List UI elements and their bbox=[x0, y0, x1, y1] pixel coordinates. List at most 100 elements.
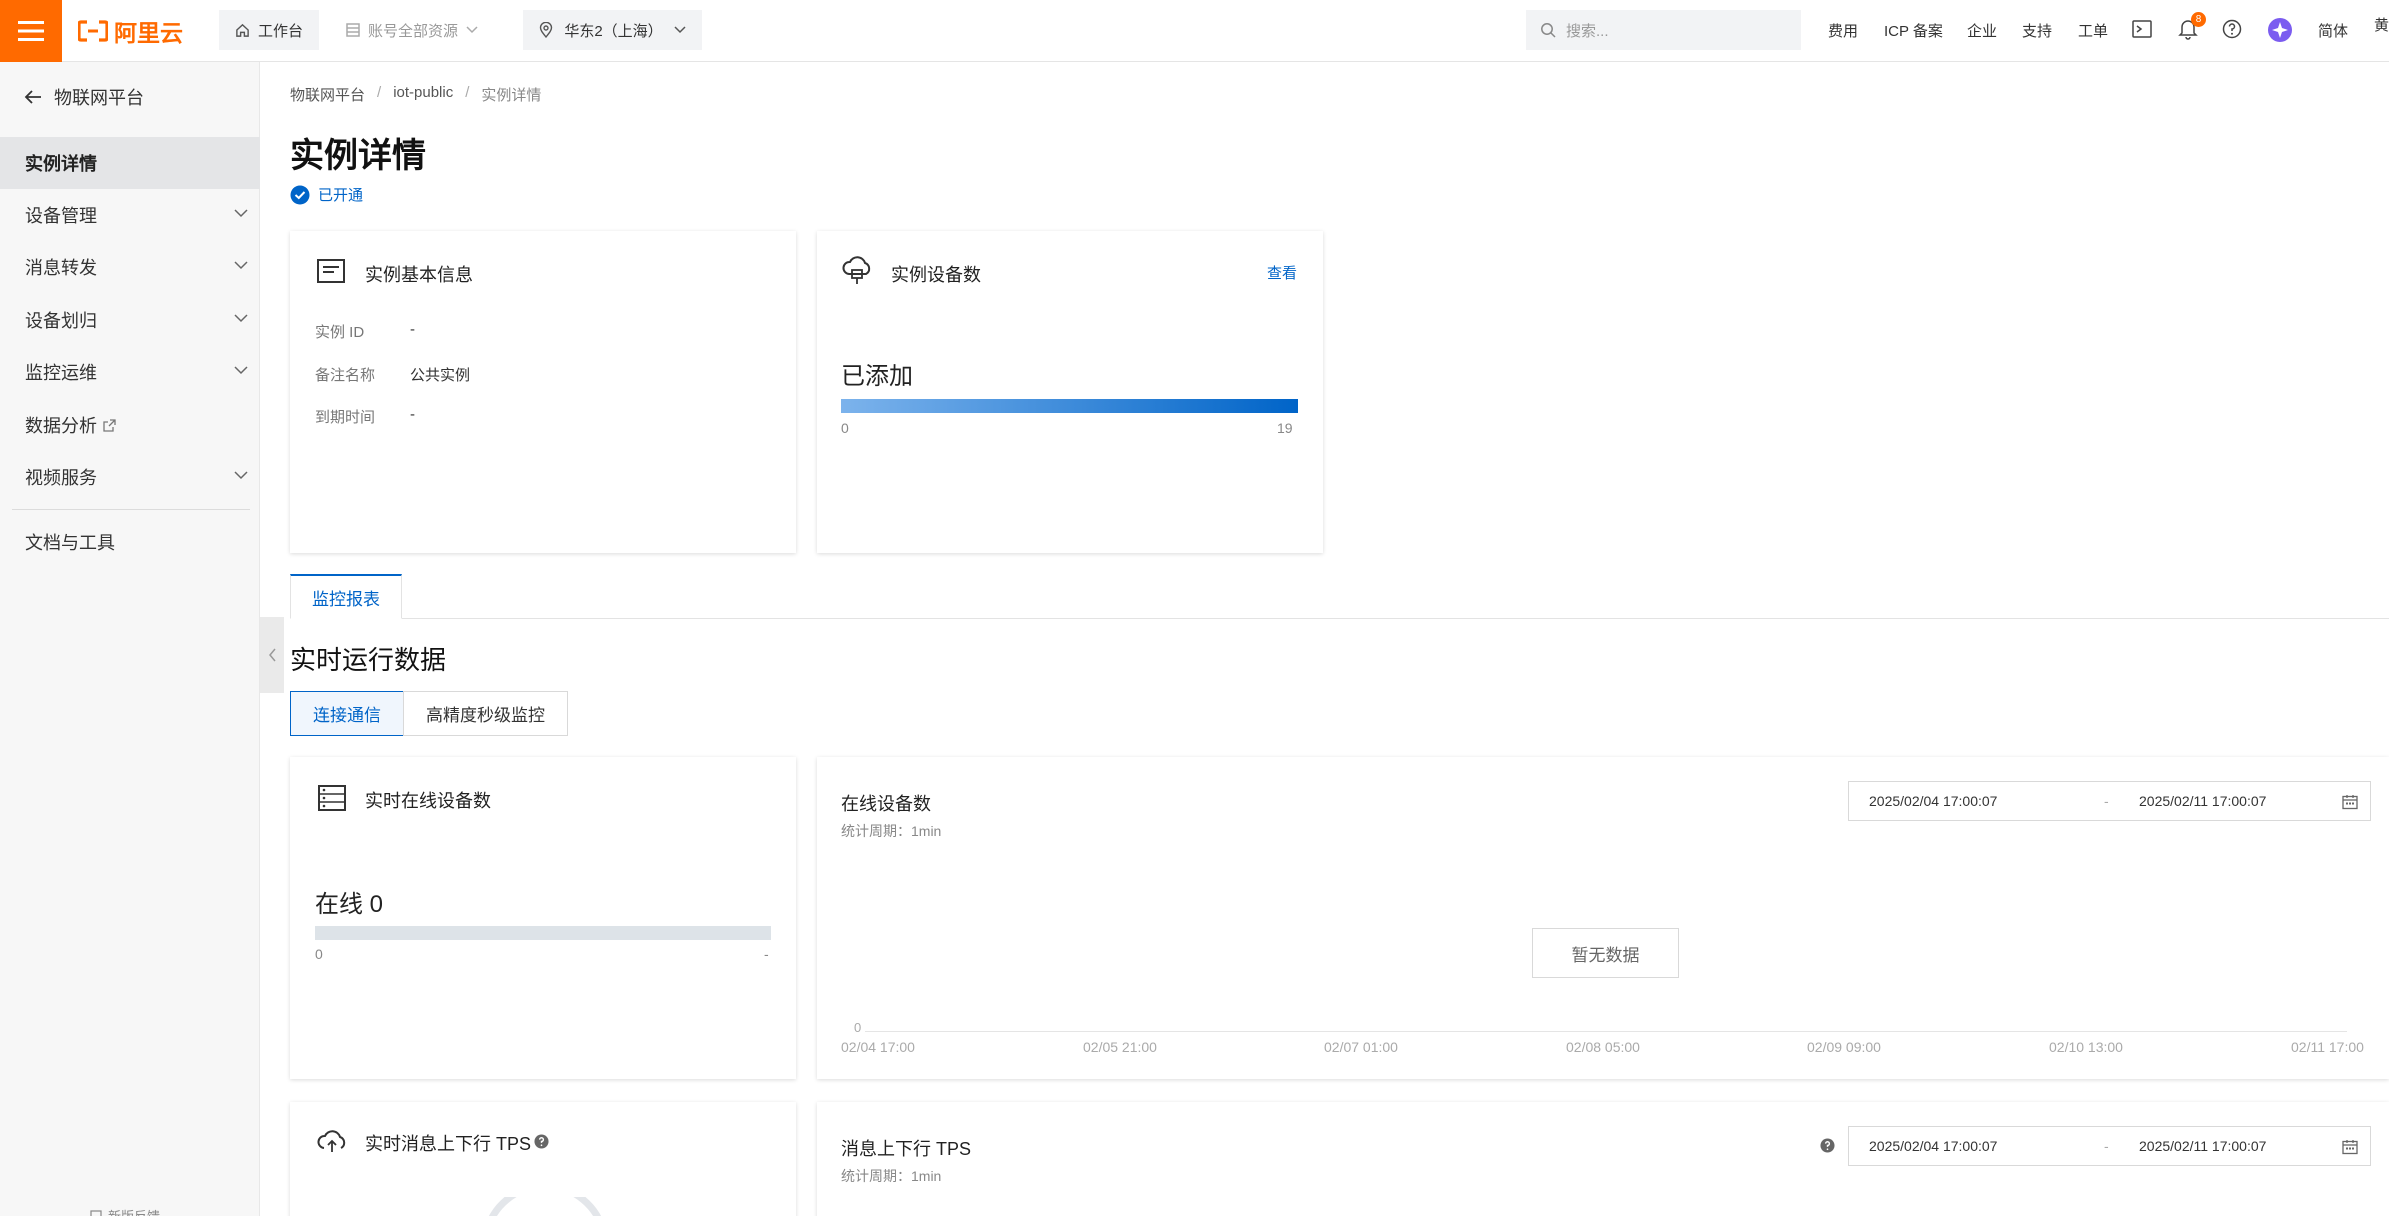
nav-link-ticket[interactable]: 工单 bbox=[2078, 20, 2108, 41]
sidebar-item-instance-details[interactable]: 实例详情 bbox=[0, 137, 260, 189]
no-data-placeholder: 暂无数据 bbox=[1532, 928, 1679, 978]
nav-link-enterprise[interactable]: 企业 bbox=[1967, 20, 1997, 41]
user-menu-cutoff[interactable]: 黄 bbox=[2374, 14, 2389, 35]
date-range-end: 2025/02/11 17:00:07 bbox=[2139, 793, 2267, 809]
online-chart-date-range-picker[interactable]: 2025/02/04 17:00:07 - 2025/02/11 17:00:0… bbox=[1848, 781, 2371, 821]
sidebar-collapse-handle[interactable] bbox=[260, 617, 284, 693]
nav-link-support[interactable]: 支持 bbox=[2022, 20, 2052, 41]
help-circle-icon[interactable] bbox=[1820, 1138, 1835, 1153]
notifications-button[interactable]: 8 bbox=[2178, 12, 2206, 40]
help-button[interactable] bbox=[2222, 19, 2242, 39]
search-icon bbox=[1541, 23, 1556, 38]
x-axis-tick-label: 02/11 17:00 bbox=[2291, 1039, 2364, 1055]
progress-max-label: - bbox=[764, 946, 769, 962]
field-value-instance-id: - bbox=[410, 321, 415, 338]
x-axis-tick-label: 02/07 01:00 bbox=[1324, 1039, 1398, 1055]
workbench-button[interactable]: 工作台 bbox=[219, 10, 319, 50]
sidebar-item-docs-tools[interactable]: 文档与工具 bbox=[0, 516, 260, 568]
feedback-label: 新版反馈 bbox=[108, 1206, 160, 1216]
x-axis-tick-label: 02/08 05:00 bbox=[1566, 1039, 1640, 1055]
chevron-down-icon bbox=[234, 209, 248, 218]
y-axis-zero-label: 0 bbox=[854, 1020, 862, 1035]
notification-count-badge: 8 bbox=[2191, 12, 2206, 27]
date-range-separator: - bbox=[2104, 1138, 2109, 1154]
breadcrumb-item-current: 实例详情 bbox=[481, 87, 542, 104]
info-panel-icon bbox=[317, 259, 345, 283]
language-switch[interactable]: 简体 bbox=[2318, 20, 2348, 41]
instance-status: 已开通 bbox=[290, 184, 363, 205]
section-title: 实时运行数据 bbox=[290, 645, 447, 675]
realtime-tps-card: 实时消息上下行 TPS bbox=[290, 1102, 796, 1216]
region-selector[interactable]: 华东2（上海） bbox=[523, 10, 702, 50]
account-scope-dropdown[interactable]: 账号全部资源 bbox=[330, 10, 494, 50]
breadcrumb-item-iot-platform[interactable]: 物联网平台 bbox=[290, 84, 365, 105]
sidebar-item-label: 设备管理 bbox=[25, 206, 97, 226]
date-range-end: 2025/02/11 17:00:07 bbox=[2139, 1138, 2267, 1154]
card-title: 实例基本信息 bbox=[365, 265, 473, 285]
instance-basic-info-card: 实例基本信息 实例 ID - 备注名称 公共实例 到期时间 - bbox=[290, 231, 796, 553]
help-icon bbox=[2222, 19, 2242, 39]
back-link-label: 物联网平台 bbox=[54, 88, 144, 108]
feedback-link[interactable]: 新版反馈 bbox=[90, 1206, 160, 1216]
tps-chart-date-range-picker[interactable]: 2025/02/04 17:00:07 - 2025/02/11 17:00:0… bbox=[1848, 1126, 2371, 1166]
sidebar-item-label: 视频服务 bbox=[25, 468, 97, 488]
chart-title: 在线设备数 bbox=[841, 794, 931, 814]
back-to-iot-platform-link[interactable]: 物联网平台 bbox=[24, 84, 144, 110]
segment-connection-communication[interactable]: 连接通信 bbox=[290, 691, 404, 736]
online-count-headline: 在线 0 bbox=[315, 891, 384, 918]
nav-link-billing[interactable]: 费用 bbox=[1828, 20, 1858, 41]
chevron-left-icon bbox=[268, 648, 276, 662]
sidebar-item-message-forwarding[interactable]: 消息转发 bbox=[0, 241, 260, 293]
sidebar-item-monitoring-ops[interactable]: 监控运维 bbox=[0, 346, 260, 398]
sidebar-item-label: 数据分析 bbox=[25, 416, 97, 436]
field-label-instance-id: 实例 ID bbox=[315, 324, 365, 341]
breadcrumb: 物联网平台 / iot-public / 实例详情 bbox=[290, 84, 541, 105]
global-search-input[interactable]: 搜索... bbox=[1526, 10, 1801, 50]
breadcrumb-item-instance[interactable]: iot-public bbox=[393, 84, 453, 105]
sidebar-item-device-management[interactable]: 设备管理 bbox=[0, 189, 260, 241]
page-title: 实例详情 bbox=[290, 137, 426, 175]
sidebar-item-label: 消息转发 bbox=[25, 258, 97, 278]
account-scope-label: 账号全部资源 bbox=[368, 22, 459, 40]
hamburger-icon bbox=[18, 21, 44, 41]
help-circle-icon[interactable] bbox=[534, 1134, 549, 1149]
x-axis-tick-label: 02/09 09:00 bbox=[1807, 1039, 1881, 1055]
online-progress-track bbox=[315, 926, 771, 940]
cloud-sync-icon bbox=[317, 1130, 346, 1152]
view-devices-link[interactable]: 查看 bbox=[1267, 262, 1297, 283]
aliyun-logo-mark bbox=[78, 20, 108, 42]
sidebar-divider bbox=[12, 509, 250, 510]
field-label-alias: 备注名称 bbox=[315, 367, 376, 384]
cloud-shell-button[interactable] bbox=[2132, 20, 2152, 38]
sidebar-item-label: 监控运维 bbox=[25, 363, 97, 383]
x-axis-tick-label: 02/05 21:00 bbox=[1083, 1039, 1157, 1055]
workbench-label: 工作台 bbox=[258, 22, 304, 40]
sidebar-item-label: 设备划归 bbox=[25, 311, 97, 331]
resource-group-icon bbox=[346, 23, 360, 37]
field-value-expiry: - bbox=[410, 406, 415, 423]
segment-high-precision-monitoring[interactable]: 高精度秒级监控 bbox=[403, 691, 568, 736]
chart-title: 消息上下行 TPS bbox=[841, 1139, 972, 1159]
chevron-down-icon bbox=[234, 261, 248, 270]
brand-name: 阿里云 bbox=[114, 20, 183, 46]
ai-assistant-icon bbox=[2268, 18, 2292, 42]
sidebar-item-label: 实例详情 bbox=[25, 154, 97, 174]
hamburger-menu-button[interactable] bbox=[0, 0, 62, 62]
nav-link-icp[interactable]: ICP 备案 bbox=[1884, 20, 1943, 41]
date-range-start: 2025/02/04 17:00:07 bbox=[1869, 793, 1998, 809]
chart-period: 统计周期：1min bbox=[841, 823, 942, 839]
sidebar-item-device-allocation[interactable]: 设备划归 bbox=[0, 294, 260, 346]
ai-assistant-button[interactable] bbox=[2267, 17, 2293, 43]
card-title: 实例设备数 bbox=[891, 265, 981, 285]
aliyun-logo[interactable]: 阿里云 bbox=[78, 16, 183, 46]
x-axis-tick-label: 02/10 13:00 bbox=[2049, 1039, 2123, 1055]
terminal-icon bbox=[2132, 20, 2152, 38]
card-title: 实时消息上下行 TPS bbox=[365, 1134, 532, 1154]
field-value-alias: 公共实例 bbox=[410, 367, 471, 384]
external-link-icon bbox=[103, 418, 116, 432]
tab-monitoring-report[interactable]: 监控报表 bbox=[290, 574, 402, 619]
sidebar-item-data-analysis[interactable]: 数据分析 bbox=[0, 399, 260, 451]
chevron-down-icon bbox=[466, 26, 478, 34]
sidebar-item-video-service[interactable]: 视频服务 bbox=[0, 451, 260, 503]
x-axis-line bbox=[865, 1031, 2347, 1032]
